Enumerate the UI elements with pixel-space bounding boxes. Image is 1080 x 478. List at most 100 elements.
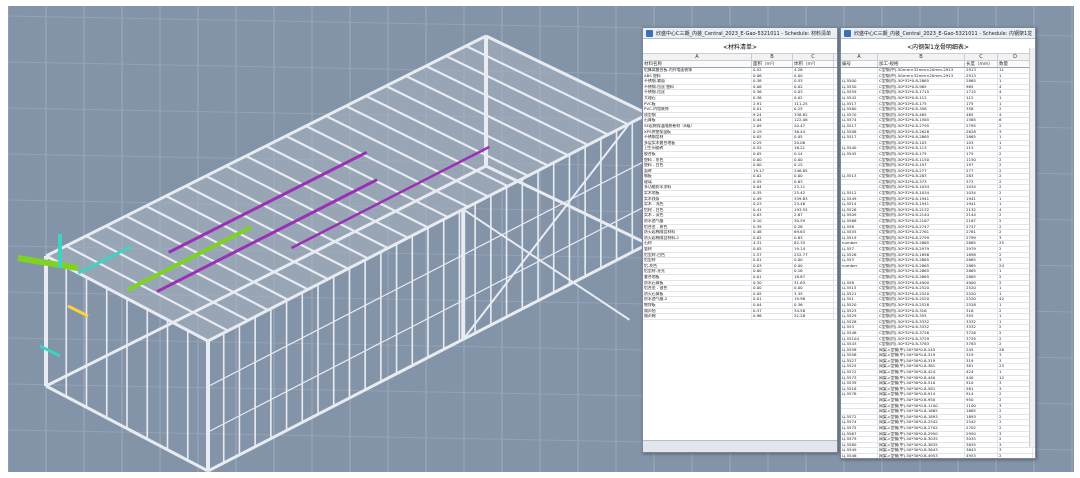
column-letters: A B C D [841, 54, 1035, 61]
table-cell: 网架-c型钢(中)-50*30*0.8-581 [878, 386, 965, 392]
table-cell: 19.17 [752, 168, 793, 174]
table-cell: C型钢(内)-50*32*0.8-2865 [878, 263, 965, 269]
table-cell: 3 [998, 358, 1033, 364]
table-cell: C型钢(内)-50*32*0.8-2520 [878, 286, 965, 291]
table-cell: 3 [998, 381, 1033, 386]
table-cell: 铝型材-白色 [643, 252, 752, 258]
table-cell: C型钢(内)-50*32*0.8-2132 [878, 207, 965, 213]
table-cell: LJ-5521 [841, 291, 878, 297]
table-cell: 2628 [965, 129, 998, 135]
table-cell: 1 [998, 202, 1033, 207]
table-cell: 2144 [965, 213, 998, 219]
table-cell: 0.05 [752, 291, 793, 297]
material-schedule-window[interactable]: 欣盛中心C三期_内装_Central_2023_E-Gao-5321011 - … [642, 27, 838, 453]
column-letter: C [965, 54, 998, 60]
column-header[interactable]: 长度（mm） [965, 61, 998, 67]
table-cell: 0.41 [752, 207, 793, 213]
table-cell: 网架-c型钢(中)-50*30*0.8-3635 [878, 442, 965, 448]
table-cell: 245 [965, 347, 998, 353]
table-cell: 4953 [965, 453, 998, 458]
table-cell: 防火岩棉隔音材料 [643, 230, 752, 235]
table-cell: 4 [998, 90, 1033, 95]
table-cell: PVC-内墙装饰 [643, 107, 752, 112]
table-cell: LJ-5570 [841, 112, 878, 118]
table-cell: 胶合板 [643, 151, 752, 157]
column-header[interactable]: 体积（m³） [793, 61, 834, 67]
stud-schedule-window[interactable]: 欣盛中心C三期_内装_Central_2023_E-Gao-5321011 - … [840, 27, 1036, 459]
table-cell: 30.59 [793, 219, 834, 224]
table-cell: LJ-5517 [841, 135, 878, 140]
table-cell: 大理石 [643, 95, 752, 101]
table-cell: 0.83 [793, 235, 834, 241]
window-titlebar[interactable]: 欣盛中心C三期_内装_Central_2023_E-Gao-5321011 - … [841, 28, 1035, 39]
table-cell [841, 403, 878, 409]
table-cell: 4 [998, 207, 1033, 213]
table-cell: 1 [998, 269, 1033, 274]
table-row[interactable]: 隔声棉 0.96 52.28 [643, 314, 837, 320]
schedule-heading: <内钢架1龙骨明细表> [841, 39, 1035, 54]
table-row[interactable]: LJ-5546 网架-c型钢(中)-50*30*0.8-4953 4953 2 [841, 453, 1035, 458]
table-cell: 塑料 - 白色 [643, 163, 752, 168]
table-cell: 0.00 [793, 157, 834, 163]
column-headers: 编号 加工·规格 长度（mm） 数量 [841, 61, 1035, 68]
table-cell: 2 [998, 426, 1033, 431]
column-letters: A B C [643, 54, 837, 61]
table-cell: 3726 [965, 330, 998, 336]
table-cell: 防水石膏板 [643, 280, 752, 286]
table-cell: 1 [998, 196, 1033, 202]
table-cell: 防火石膏板 [643, 291, 752, 297]
table-cell: 铝蜂窝复合板-内外墙面装饰 [643, 68, 752, 73]
table-cell: LJ-5519 [841, 235, 878, 241]
table-cell: 2 [998, 107, 1033, 112]
table-cell: LJ-557 [841, 247, 878, 252]
table-cell: 3 [998, 129, 1033, 135]
column-header[interactable]: 加工·规格 [878, 61, 965, 67]
column-header[interactable]: 材料名称 [643, 61, 752, 67]
table-cell: 1941 [965, 196, 998, 202]
table-cell: 2865 [965, 135, 998, 140]
table-cell: 0.52 [752, 146, 793, 151]
table-cell: LJ-558 [841, 280, 878, 286]
window-titlebar[interactable]: 欣盛中心C三期_内装_Central_2023_E-Gao-5321011 - … [643, 28, 837, 39]
table-cell: 2 [998, 163, 1033, 168]
table-cell: 246.85 [793, 168, 834, 174]
table-cell: C型钢(内)-50*32*0.8-175 [878, 151, 965, 157]
table-cell: 2 [998, 247, 1033, 252]
vertical-scrollbar[interactable] [1029, 48, 1035, 447]
column-header[interactable]: 数量 [998, 61, 1033, 67]
table-cell: PVC板 [643, 101, 752, 107]
table-cell: 0.00 [752, 163, 793, 168]
table-cell: 1898 [965, 252, 998, 258]
table-cell: 1565 [965, 118, 998, 123]
table-cell: 铝型材 [643, 258, 752, 263]
table-cell: 防火岩棉隔音材料-2 [643, 235, 752, 241]
table-cell: 1 [998, 73, 1033, 79]
table-cell: LJ-558 [841, 224, 878, 230]
table-cell: 不锈钢-雾面 [643, 79, 752, 84]
table-cell: 2 [998, 123, 1033, 129]
table-cell: C型钢(内)-50*32*0.8-175 [878, 101, 965, 107]
table-cell: 2 [998, 325, 1033, 330]
table-cell: 0.00 [793, 73, 834, 79]
column-header[interactable]: 编号 [841, 61, 878, 67]
table-cell: 2865 [965, 263, 998, 269]
table-cell: 2 [998, 342, 1033, 347]
table-cell: LJ-5527 [841, 358, 878, 364]
table-cell [841, 157, 878, 163]
table-cell: LJ-5575 [841, 426, 878, 431]
table-cell: LJ-5573 [841, 375, 878, 381]
table-cell: 2 [998, 252, 1033, 258]
table-cell: 2520 [965, 297, 998, 302]
table-cell: 2 [998, 224, 1033, 230]
table-cell: 网架-c型钢(中)-50*30*0.8-381 [878, 364, 965, 370]
table-cell: 2.57 [752, 252, 793, 258]
table-cell: LJ-5579 [841, 437, 878, 442]
table-cell: number [841, 263, 878, 269]
table-cell: LJ-5559 [841, 90, 878, 95]
table-cell: LJ-5542 [841, 95, 878, 101]
schedule-rows: C型钢(中)-50mm×32mm×20mm-2913 2913 11 C型钢(中)-5… [841, 68, 1035, 458]
column-header[interactable]: 面积（m²） [752, 61, 793, 67]
table-cell: 3.35 [793, 291, 834, 297]
table-cell: 0.53 [793, 79, 834, 84]
table-cell: 塑料 - 灰色 [643, 157, 752, 163]
